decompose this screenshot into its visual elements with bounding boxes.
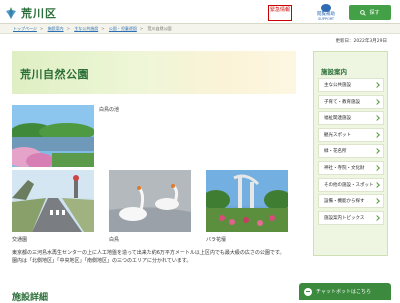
emergency-label: 緊急情報 [269,7,290,13]
breadcrumb-link-parks[interactable]: 公園・児童遊園 [109,26,137,31]
section-heading: 施設詳細 [12,293,49,303]
photo-caption-swan: 白鳥 [109,237,120,243]
updated-date: 更新日：2022年3月29日 [335,39,387,44]
breadcrumb-current: 荒川自然公園 [147,26,172,31]
city-emblem-icon [6,7,16,19]
sidebar-item-welfare[interactable]: 福祉関連施設 [318,111,384,126]
search-button[interactable]: 探す [349,5,391,20]
pond-photo [12,105,94,167]
sidebar-title: 施設案内 [321,68,347,76]
sidebar-item-public-facilities[interactable]: 主な公共施設 [318,78,384,92]
sidebar-item-topics[interactable]: 施設案内トピックス [318,210,384,225]
search-label: 探す [369,10,380,16]
sidebar-item-green-flowers[interactable]: 緑・花名所 [318,144,384,159]
rose-garden-photo [206,170,288,232]
search-icon [360,9,367,16]
sidebar-item-childcare-education[interactable]: 子育て・教育施設 [318,94,384,109]
sidebar-list: 主な公共施設 子育て・教育施設 福祉関連施設 観光スポット 緑・花名所 神社・寺… [318,78,384,227]
description: 東京都の三河島水再生センターの上に人工地盤を造って出来た約6万平方メートル以上区… [12,249,296,265]
page-title: 荒川自然公園 [20,68,89,81]
city-name: 荒川区 [21,7,57,20]
breadcrumb-link-public[interactable]: 主な公共施設 [74,26,98,31]
description-paragraph-2: 園内は「北側地区」「中央地区」「南側地区」の三つのエリアに分かれています。 [12,258,192,264]
chatbot-button[interactable]: チャットボットはこちら [299,283,391,300]
sidebar-item-sightseeing[interactable]: 観光スポット [318,127,384,142]
site-logo[interactable]: 荒川区 [4,5,57,21]
description-paragraph-1: 東京都の三河島水再生センターの上に人工地盤を造って出来た約6万平方メートル以上区… [12,250,285,256]
breadcrumb-bar: トップページ > 施設案内 > 主な公共施設 > 公園・児童遊園 > 荒川自然公園 [0,23,400,34]
photo-caption-pond: 白鳥の池 [99,107,120,113]
breadcrumb: トップページ > 施設案内 > 主な公共施設 > 公園・児童遊園 > 荒川自然公園 [13,26,172,31]
sidebar-item-other-facilities[interactable]: その他の施設・スポット [318,177,384,192]
support-sub-label: SUPPORT [317,17,335,21]
swan-photo [109,170,191,232]
photo-caption-traffic-park: 交通園 [12,237,28,243]
chatbot-label: チャットボットはこちら [316,289,371,295]
browsing-support-button[interactable]: 閲覧補助 SUPPORT [312,4,340,23]
sidebar-item-search-by-equipment[interactable]: 設備・機能から探す [318,194,384,209]
page-title-box: 荒川自然公園 [12,51,296,94]
chatbot-icon [304,287,312,296]
breadcrumb-link-top[interactable]: トップページ [13,26,37,31]
sidebar-item-shrines-temples[interactable]: 神社・寺院・文化財 [318,160,384,175]
breadcrumb-link-facilities[interactable]: 施設案内 [48,26,64,31]
traffic-park-photo [12,170,94,232]
emergency-info-button[interactable]: 緊急情報 [268,5,292,21]
photo-caption-rose-garden: バラ花壇 [206,237,227,243]
sidebar: 施設案内 主な公共施設 子育て・教育施設 福祉関連施設 観光スポット 緑・花名所… [313,51,388,256]
support-icon [321,4,331,12]
